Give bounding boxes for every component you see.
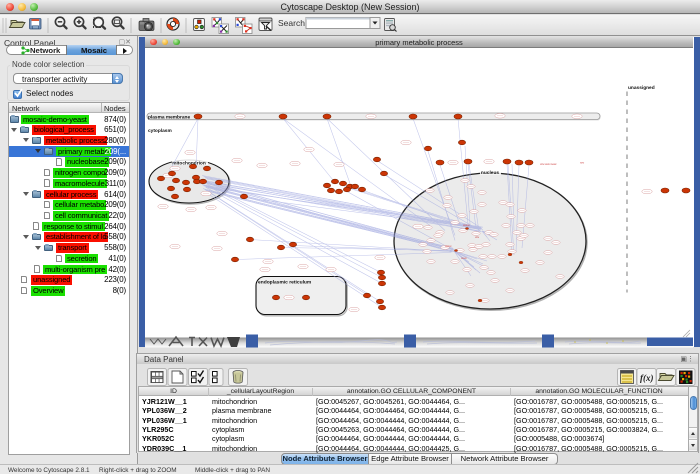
svg-text:xv.vx: xv.vx	[461, 256, 467, 260]
svg-text:f(x): f(x)	[640, 373, 654, 383]
svg-text:xxv xxvv xvxw: xxv xxvv xvxw	[540, 162, 557, 166]
svg-text:nucleus: nucleus	[481, 170, 499, 176]
svg-text:mitochondrion: mitochondrion	[172, 160, 206, 166]
svg-text:xvx,w: xvx,w	[463, 223, 471, 227]
svg-text:xwv.x: xwv.x	[445, 244, 452, 248]
svg-text:cytoplasm: cytoplasm	[148, 128, 172, 134]
svg-text:Search:: Search:	[278, 18, 307, 28]
svg-text:unassigned: unassigned	[628, 85, 655, 91]
svg-text:xvv: xvv	[580, 160, 585, 164]
svg-text:plasma membrane: plasma membrane	[148, 114, 190, 120]
svg-text:endoplasmic reticulum: endoplasmic reticulum	[258, 279, 312, 285]
